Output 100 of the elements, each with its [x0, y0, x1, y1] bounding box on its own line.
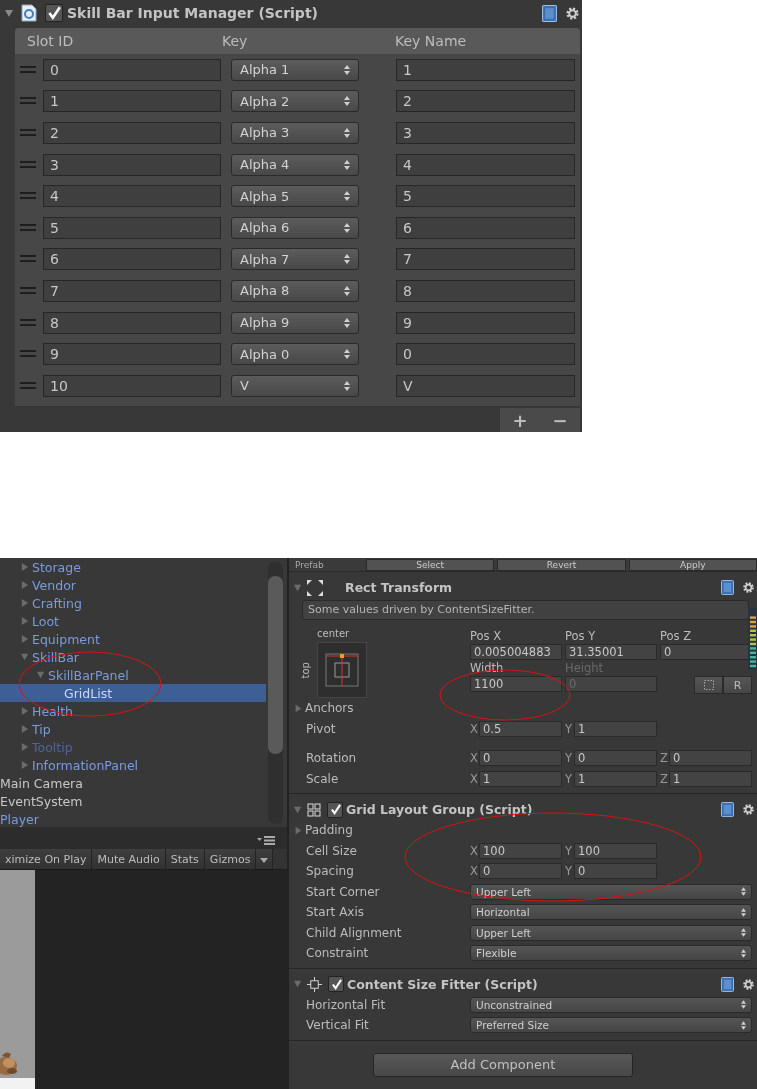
number-field[interactable]: 31.35001	[565, 644, 657, 660]
slot-id-field[interactable]: 6	[43, 248, 221, 271]
number-field[interactable]: 100	[479, 842, 562, 859]
number-field[interactable]: 1	[479, 770, 562, 787]
key-dropdown[interactable]: Alpha 3	[231, 122, 359, 144]
enabled-checkbox[interactable]	[327, 801, 343, 818]
number-field[interactable]: 0.5	[479, 720, 562, 737]
drag-handle-icon[interactable]	[20, 97, 36, 106]
dropdown[interactable]: Horizontal	[470, 904, 752, 921]
key-name-field[interactable]: 5	[396, 185, 575, 208]
foldout-triangle-icon[interactable]	[294, 703, 303, 713]
hierarchy-item[interactable]: EventSystem	[0, 792, 266, 810]
reset-button[interactable]: R	[723, 676, 752, 694]
dropdown[interactable]: Preferred Size	[470, 1017, 752, 1034]
hierarchy-item[interactable]: InformationPanel	[0, 756, 266, 774]
slot-id-field[interactable]: 10	[43, 374, 221, 397]
hierarchy-item[interactable]: Main Camera	[0, 774, 266, 792]
settings-icon[interactable]	[742, 977, 755, 991]
toolbar-button[interactable]: Gizmos	[204, 849, 257, 869]
dropdown[interactable]: Upper Left	[470, 883, 752, 900]
hierarchy-item[interactable]: Vendor	[0, 576, 266, 594]
add-component-button[interactable]: Add Component	[373, 1052, 633, 1077]
number-field[interactable]: 1	[574, 770, 657, 787]
number-field[interactable]: 0	[574, 750, 657, 767]
menu-icon[interactable]	[257, 836, 275, 846]
settings-icon[interactable]	[565, 5, 580, 21]
hierarchy-item[interactable]: Crafting	[0, 594, 266, 612]
enabled-checkbox[interactable]	[45, 4, 63, 22]
dropdown[interactable]: Unconstrained	[470, 996, 752, 1013]
toolbar-button[interactable]: ximize On Play	[0, 849, 93, 869]
key-dropdown[interactable]: V	[231, 374, 359, 397]
key-name-field[interactable]: 3	[396, 122, 575, 144]
slot-id-field[interactable]: 2	[43, 122, 221, 144]
slot-id-field[interactable]: 7	[43, 279, 221, 302]
drag-handle-icon[interactable]	[20, 350, 36, 359]
prefab-button[interactable]: Apply	[628, 558, 757, 571]
scrollbar-thumb[interactable]	[268, 576, 283, 754]
add-button[interactable]: +	[506, 409, 534, 431]
key-name-field[interactable]: 2	[396, 90, 575, 113]
remove-button[interactable]: −	[546, 409, 574, 431]
slot-id-field[interactable]: 4	[43, 185, 221, 208]
number-field[interactable]: 1100	[470, 676, 562, 692]
key-name-field[interactable]: V	[396, 374, 575, 397]
hierarchy-item[interactable]: Equipment	[0, 630, 266, 648]
hierarchy-item[interactable]: Tip	[0, 720, 266, 738]
hierarchy-item[interactable]: SkillBarPanel	[0, 666, 266, 684]
drag-handle-icon[interactable]	[20, 255, 36, 264]
slot-id-field[interactable]: 0	[43, 58, 221, 81]
anchor-preset-button[interactable]	[317, 642, 367, 698]
enabled-checkbox[interactable]	[328, 976, 344, 992]
drag-handle-icon[interactable]	[20, 129, 36, 137]
number-field[interactable]: 0.005004883	[470, 644, 562, 660]
number-field[interactable]: 0	[479, 750, 562, 767]
toolbar-button[interactable]: Stats	[165, 849, 205, 869]
settings-icon[interactable]	[742, 581, 755, 594]
number-field[interactable]: 0	[669, 750, 752, 767]
number-field[interactable]: 1	[574, 720, 657, 737]
drag-handle-icon[interactable]	[20, 192, 36, 201]
drag-handle-icon[interactable]	[20, 381, 36, 390]
slot-id-field[interactable]: 3	[43, 153, 221, 176]
hierarchy-item[interactable]: GridList	[0, 684, 266, 702]
slot-id-field[interactable]: 1	[43, 90, 221, 113]
key-name-field[interactable]: 9	[396, 311, 575, 334]
number-field[interactable]: 1	[669, 770, 752, 787]
toolbar-button[interactable]: Mute Audio	[92, 849, 166, 869]
key-name-field[interactable]: 0	[396, 343, 575, 366]
key-dropdown[interactable]: Alpha 6	[231, 216, 359, 239]
help-icon[interactable]	[542, 4, 557, 22]
drag-handle-icon[interactable]	[20, 286, 36, 295]
key-dropdown[interactable]: Alpha 9	[231, 311, 359, 334]
key-dropdown[interactable]: Alpha 4	[231, 153, 359, 176]
key-name-field[interactable]: 6	[396, 216, 575, 239]
foldout-triangle-icon[interactable]	[293, 979, 303, 989]
foldout-triangle-icon[interactable]	[293, 582, 303, 593]
number-field[interactable]: 0	[574, 863, 657, 880]
hierarchy-item[interactable]: Loot	[0, 612, 266, 630]
raw-edit-button[interactable]	[694, 676, 723, 694]
key-dropdown[interactable]: Alpha 2	[231, 90, 359, 113]
hierarchy-item[interactable]: Storage	[0, 558, 266, 576]
dropdown[interactable]: Flexible	[470, 945, 752, 962]
foldout-triangle-icon[interactable]	[4, 7, 15, 19]
key-dropdown[interactable]: Alpha 7	[231, 248, 359, 271]
key-name-field[interactable]: 4	[396, 153, 575, 176]
key-name-field[interactable]: 1	[396, 58, 575, 81]
key-name-field[interactable]: 8	[396, 279, 575, 302]
slot-id-field[interactable]: 5	[43, 216, 221, 239]
drag-handle-icon[interactable]	[20, 318, 36, 327]
key-dropdown[interactable]: Alpha 8	[231, 279, 359, 302]
slot-id-field[interactable]: 9	[43, 343, 221, 366]
prefab-button[interactable]: Select	[366, 558, 495, 571]
hierarchy-item[interactable]: Player	[0, 810, 266, 828]
key-dropdown[interactable]: Alpha 0	[231, 343, 359, 366]
slot-id-field[interactable]: 8	[43, 311, 221, 334]
foldout-triangle-icon[interactable]	[293, 804, 303, 815]
scrollbar[interactable]	[268, 562, 283, 824]
number-field[interactable]: 0	[479, 863, 562, 880]
drag-handle-icon[interactable]	[20, 160, 36, 169]
number-field[interactable]: 100	[574, 842, 657, 859]
drag-handle-icon[interactable]	[20, 223, 36, 232]
key-name-field[interactable]: 7	[396, 248, 575, 271]
